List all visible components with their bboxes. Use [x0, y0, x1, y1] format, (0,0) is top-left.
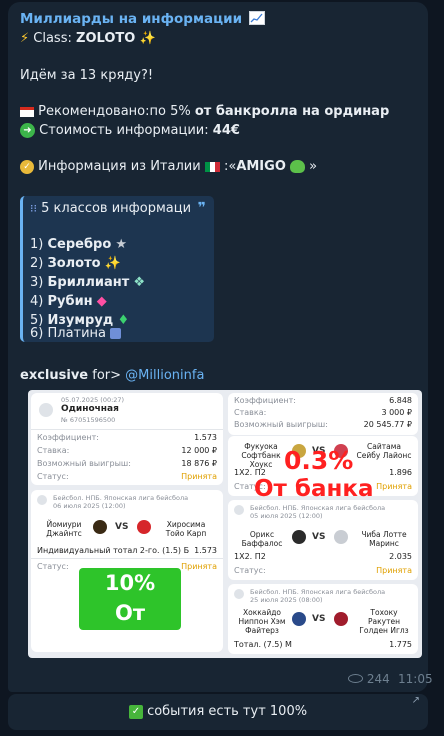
baseball-icon	[37, 495, 47, 505]
bet-screenshot-image[interactable]: 05.07.2025 (00:27) Одиночная № 670515965…	[28, 390, 422, 658]
exclusive-line: exclusive for> @Millioninfa	[20, 368, 205, 383]
verified-badge-icon: ✓	[20, 159, 34, 174]
stake-row: Ставка: 12 000 ₽	[37, 446, 217, 455]
eye-icon	[348, 674, 363, 683]
quote-header: ⁝⁝ 5 классов информаци	[30, 201, 192, 216]
team-2-logo-icon	[137, 520, 151, 534]
recommendation-line: Рекомендовано:по 5% от банкролла на орди…	[20, 104, 389, 119]
m3-team-1-name: Хоккайдо Ниппон Хэм Файтерз	[238, 608, 286, 635]
chart-emoji-icon	[248, 11, 265, 25]
coef-row-right: Коэффициент: 6.848	[234, 396, 412, 405]
sparkle-icon: ✨	[104, 256, 121, 271]
baseball-icon	[234, 589, 244, 599]
m2-team-2-logo-icon	[334, 530, 348, 544]
m3-date: 25 июля 2025 (08:00)	[250, 596, 323, 604]
baseball-icon	[234, 505, 244, 515]
source-line: ✓ Информация из Италии :«AMIGO »	[20, 159, 317, 174]
m3-bet-row: Тотал. (7.5) М 1.775	[234, 640, 412, 649]
class-item-diamond: 3) Бриллиант ❖	[30, 275, 146, 290]
mention-link[interactable]: @Millioninfa	[125, 368, 204, 383]
match-card-2: Бейсбол. НПБ. Японская лига бейсбола 05 …	[228, 500, 418, 580]
m2-status-row: Статус: Принята	[234, 566, 412, 575]
class-item-gold: 2) Золото ✨	[30, 256, 121, 271]
match-date: 06 июля 2025 (12:00)	[53, 502, 126, 510]
quote-block: ❞ ⁝⁝ 5 классов информаци 1) Серебро ★ 2)…	[20, 196, 214, 342]
team-1-logo-icon	[93, 520, 107, 534]
class-item-silver: 1) Серебро ★	[30, 237, 128, 252]
star-icon: ★	[115, 237, 128, 252]
post-time: 11:05	[398, 672, 433, 686]
flag-icon	[20, 106, 34, 117]
win-row: Возможный выигрыш: 18 876 ₽	[37, 459, 217, 468]
m3-team-2-name: Тохоку Ракутен Голден Иглз	[359, 608, 409, 635]
frog-emoji-icon	[290, 160, 306, 173]
coef-row: Коэффициент: 1.573	[37, 433, 217, 442]
bet-summary-card: 05.07.2025 (00:27) Одиночная № 670515965…	[31, 393, 223, 485]
m2-team-1-logo-icon	[292, 530, 306, 544]
m3-league: Бейсбол. НПБ. Японская лига бейсбола	[250, 588, 386, 596]
bet-date: 05.07.2025 (00:27)	[61, 396, 125, 404]
m2-team-2-name: Чиба Лотте Маринс	[361, 530, 407, 548]
match-card-3: Бейсбол. НПБ. Японская лига бейсбола 25 …	[228, 584, 418, 654]
platinum-icon	[110, 328, 122, 339]
gem-heart-icon: ❖	[133, 275, 146, 290]
m3-team-1-logo-icon	[292, 612, 306, 626]
ten-percent-badge: 10% От банка	[79, 568, 181, 655]
vs-label: VS	[312, 532, 326, 542]
team-2-name: Хиросима Тойо Карп	[165, 520, 207, 538]
m2-team-1-name: Орикс Баффалос	[241, 530, 283, 548]
right-arrow-icon: ➜	[20, 123, 35, 138]
bet-row: Индивидуальный тотал 2-го. (1.5) Б 1.573	[37, 546, 217, 555]
league-label: Бейсбол. НПБ. Японская лига бейсбола	[53, 494, 189, 502]
gem-stone-icon: ◆	[96, 294, 107, 309]
quote-mark-icon: ❞	[197, 200, 206, 216]
m2-league: Бейсбол. НПБ. Японская лига бейсбола	[250, 504, 386, 512]
m3-team-2-logo-icon	[334, 612, 348, 626]
sparkle-emoji-icon: ✨	[139, 31, 156, 46]
bet-summary-card-right: Коэффициент: 6.848 Ставка: 3 000 ₽ Возможн…	[228, 393, 418, 435]
vs-label: VS	[115, 522, 129, 532]
intro-text: Идём за 13 кряду?!	[20, 68, 154, 83]
red-percent-label: 0.3%	[284, 446, 354, 475]
external-arrow-icon: ↗	[411, 695, 420, 706]
red-bank-label: От банка	[254, 476, 374, 502]
stake-row-right: Ставка: 3 000 ₽	[234, 408, 412, 417]
check-mark-icon: ✓	[128, 704, 143, 719]
lightning-emoji-icon: ⚡	[20, 31, 30, 46]
class-item-platinum: 6) Платина	[30, 326, 122, 341]
price-line: ➜ Стоимость информации: 44€	[20, 123, 240, 138]
bet-number: № 67051596500	[61, 416, 116, 424]
sparkles-icon: ⁝⁝	[30, 202, 37, 215]
vs-label: VS	[312, 614, 326, 624]
channel-name[interactable]: Миллиарды на информации	[20, 11, 265, 27]
class-item-ruby: 4) Рубин ◆	[30, 294, 107, 309]
events-link-button[interactable]: ✓ события есть тут 100% ↗	[8, 694, 428, 730]
m1-team-1-name: Фукуока Софтбанк Хоукс	[241, 442, 281, 469]
bet-type: Одиночная	[61, 404, 119, 414]
m1-team-2-name: Сайтама Сейбу Лайонс	[356, 442, 412, 460]
class-line: ⚡ Class: ZOLOTO ✨	[20, 31, 156, 46]
status-row: Статус: Принята	[37, 472, 217, 481]
italy-flag-icon	[204, 161, 220, 172]
m2-date: 05 июля 2025 (12:00)	[250, 512, 323, 520]
bet-icon	[39, 403, 53, 417]
m2-bet-row: 1X2. П2 2.035	[234, 552, 412, 561]
team-1-name: Йомиури Джайнтс	[46, 520, 82, 538]
views-count: 244	[348, 672, 390, 686]
win-row-right: Возможный выигрыш: 20 545.77 ₽	[234, 420, 412, 429]
